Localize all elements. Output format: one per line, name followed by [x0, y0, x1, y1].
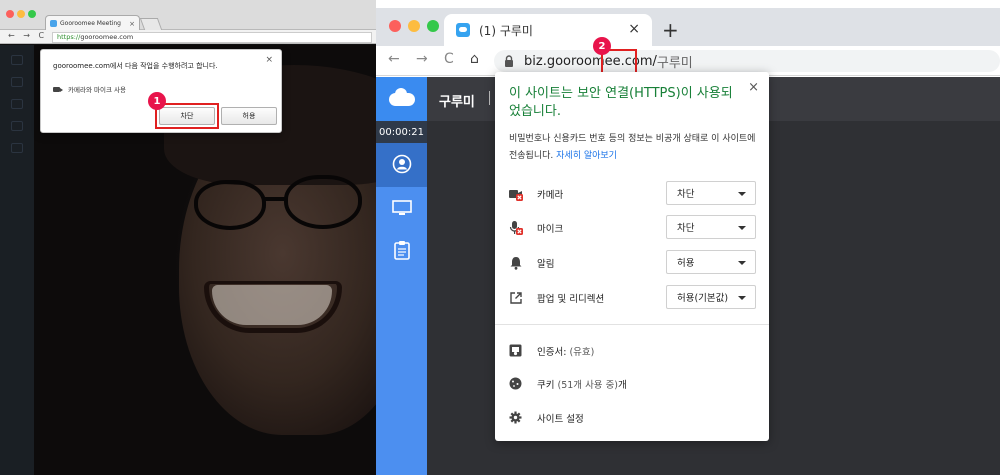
permission-request-item: 카메라와 마이크 사용 [53, 84, 126, 94]
left-sidebar-icon[interactable] [11, 143, 23, 153]
right-zoom-window-button[interactable] [427, 20, 439, 32]
new-tab-icon[interactable]: + [662, 18, 679, 42]
left-tab-close-icon[interactable]: × [129, 20, 135, 28]
certificate-label: 인증서: (유효) [537, 344, 594, 358]
permission-prompt-title: gooroomee.com에서 다음 작업을 수행하려고 합니다. [53, 62, 218, 70]
left-nav-buttons[interactable]: ← → C [8, 31, 47, 40]
site-info-popup: 이 사이트는 보안 연결(HTTPS)이 사용되었습니다. × 비밀번호나 신용… [495, 72, 769, 441]
cookies-label: 쿠키 (51개 사용 중)개 [537, 377, 627, 391]
annotation-marker-1: 1 [148, 92, 166, 110]
left-tab-title: Gooroomee Meeting [60, 20, 121, 27]
cookies-label-text: 쿠키 [537, 380, 555, 391]
right-tab-close-icon[interactable]: × [628, 21, 640, 37]
left-sidebar-icon[interactable] [11, 121, 23, 131]
left-address-bar[interactable]: https://gooroomee.com [52, 32, 372, 43]
left-minimize-window-button[interactable] [17, 10, 25, 18]
url-path: 구루미 [656, 55, 693, 71]
right-tab[interactable]: (1) 구루미 × [444, 14, 652, 46]
clipboard-icon[interactable] [394, 240, 410, 260]
cookies-row[interactable]: 쿠키 (51개 사용 중)개 [509, 375, 749, 393]
smile-outline [204, 281, 342, 333]
left-url-host: gooroomee.com [80, 33, 134, 41]
permission-request-label: 카메라와 마이크 사용 [68, 86, 126, 94]
site-info-title: 이 사이트는 보안 연결(HTTPS)이 사용되었습니다. [509, 86, 733, 119]
left-window-controls [6, 10, 36, 18]
permission-row-popups: 팝업 및 리디렉션 허용(기본값) [509, 285, 756, 311]
permission-label-mic: 마이크 [537, 224, 564, 235]
certificate-label-text: 인증서: [537, 347, 567, 358]
glasses-right-lens [284, 175, 362, 229]
lock-icon[interactable] [504, 55, 514, 67]
left-tab[interactable]: Gooroomee Meeting × [45, 15, 140, 31]
left-browser-window: Gooroomee Meeting × ← → C https://gooroo… [0, 0, 376, 475]
notifications-permission-select[interactable]: 허용 [666, 250, 756, 274]
learn-more-link[interactable]: 자세히 알아보기 [556, 151, 617, 161]
address-bar[interactable]: biz.gooroomee.com/구루미 [494, 50, 1000, 72]
mic-blocked-icon [509, 221, 523, 235]
left-app-sidebar [0, 45, 34, 475]
permission-row-notifications: 알림 허용 [509, 250, 756, 276]
gooroomee-favicon-icon [50, 20, 57, 27]
permission-row-mic: 마이크 차단 [509, 215, 756, 241]
screen-share-icon[interactable] [392, 200, 412, 216]
right-window-controls [389, 20, 439, 32]
permission-row-camera: 카메라 차단 [509, 181, 756, 207]
back-icon[interactable]: ← [388, 51, 400, 67]
video-camera-icon [53, 86, 63, 92]
camera-permission-select[interactable]: 차단 [666, 181, 756, 205]
left-sidebar-icon[interactable] [11, 77, 23, 87]
left-url-secure: https:// [57, 33, 81, 41]
home-icon[interactable]: ⌂ [470, 51, 479, 67]
left-new-tab-button[interactable] [139, 18, 163, 30]
permission-label-notifications: 알림 [537, 259, 555, 270]
popup-icon [510, 292, 522, 304]
site-settings-row[interactable]: 사이트 설정 [509, 409, 749, 427]
left-sidebar-icon[interactable] [11, 55, 23, 65]
certificate-icon [509, 344, 522, 357]
site-info-description: 비밀번호나 신용카드 번호 등의 정보는 비공개 상태로 이 사이트에 전송됩니… [509, 131, 759, 165]
gear-icon [509, 411, 522, 424]
gooroomee-favicon-icon [456, 23, 470, 37]
screenshot: Gooroomee Meeting × ← → C https://gooroo… [0, 0, 1000, 475]
right-minimize-window-button[interactable] [408, 20, 420, 32]
popups-permission-select[interactable]: 허용(기본값) [666, 285, 756, 309]
glasses-bridge [262, 197, 288, 201]
cookies-detail: (51개 사용 중) [557, 380, 619, 391]
left-close-window-button[interactable] [6, 10, 14, 18]
left-tab-strip: Gooroomee Meeting × [0, 0, 376, 31]
glasses-left-lens [194, 180, 266, 230]
reload-icon[interactable]: C [444, 51, 454, 67]
mic-permission-select[interactable]: 차단 [666, 215, 756, 239]
certificate-row[interactable]: 인증서: (유효) [509, 342, 749, 360]
bell-icon [510, 257, 522, 270]
allow-button[interactable]: 허용 [221, 107, 277, 125]
site-info-close-icon[interactable]: × [748, 80, 759, 95]
app-room-title: 구루미 [439, 95, 475, 110]
permission-label-popups: 팝업 및 리디렉션 [537, 294, 605, 305]
header-divider [489, 91, 490, 105]
certificate-status: (유효) [569, 347, 595, 358]
camera-blocked-icon [509, 190, 523, 201]
site-settings-label: 사이트 설정 [537, 414, 584, 425]
right-tab-title: (1) 구루미 [479, 23, 533, 38]
annotation-marker-2: 2 [593, 37, 611, 55]
site-info-description-text: 비밀번호나 신용카드 번호 등의 정보는 비공개 상태로 이 사이트에 전송됩니… [509, 134, 756, 161]
permission-label-camera: 카메라 [537, 190, 564, 201]
user-icon [392, 154, 412, 174]
meeting-timer: 00:00:21 [376, 121, 427, 143]
app-logo[interactable] [376, 77, 427, 121]
annotation-highlight-block [155, 103, 219, 129]
forward-icon[interactable]: → [416, 51, 428, 67]
cloud-logo-icon [388, 87, 415, 106]
cookie-icon [509, 377, 522, 390]
left-zoom-window-button[interactable] [28, 10, 36, 18]
left-sidebar-icon[interactable] [11, 99, 23, 109]
permission-prompt-close-icon[interactable]: × [265, 55, 273, 65]
site-info-divider [495, 324, 769, 325]
right-close-window-button[interactable] [389, 20, 401, 32]
cookies-suffix: 개 [618, 380, 627, 391]
